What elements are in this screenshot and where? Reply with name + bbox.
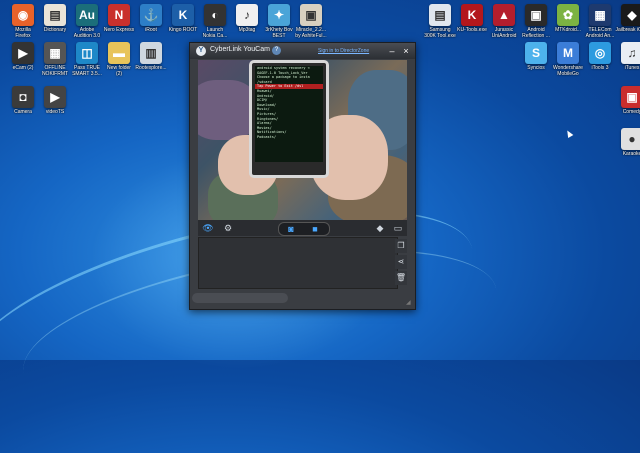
mouse-cursor xyxy=(564,128,574,139)
desktop-shortcut[interactable]: ▣ Comedy xyxy=(610,86,640,115)
app-icon: ▦ xyxy=(44,42,66,64)
app-icon: ▣ xyxy=(621,86,640,108)
minimize-button[interactable]: – xyxy=(386,45,398,57)
window-mode-icon[interactable]: ▭ xyxy=(392,222,404,234)
shortcut-label: Karaoke xyxy=(622,151,640,157)
shortcut-label: Jailbreak iOs... xyxy=(615,27,640,33)
share-icon[interactable]: ⋖ xyxy=(395,255,407,269)
shortcut-label: Rootexplore... xyxy=(135,65,167,71)
app-icon: ◫ xyxy=(76,42,98,64)
shortcut-label: iTunes xyxy=(624,65,640,71)
camera-preview: android system recovery < GAGEF-1.0 Touch… xyxy=(198,60,407,220)
title-bar[interactable]: Y CyberLink YouCam ? Sign in to Director… xyxy=(190,43,415,59)
app-icon: ▣ xyxy=(525,4,547,26)
capture-mode-switch: ◙ ■ xyxy=(278,222,330,236)
trash-icon[interactable]: 🗑 xyxy=(395,271,407,285)
eye-icon[interactable]: 👁 xyxy=(202,222,214,234)
app-icon: ◆ xyxy=(621,4,640,26)
desktop-shortcut[interactable]: ● Karaoke xyxy=(610,128,640,157)
desktop-shortcut[interactable]: ♫ iTunes xyxy=(610,42,640,71)
app-icon: ▦ xyxy=(589,4,611,26)
youcam-window[interactable]: Y CyberLink YouCam ? Sign in to Director… xyxy=(189,42,416,310)
app-icon: ▤ xyxy=(429,4,451,26)
app-icon: ◘ xyxy=(12,86,34,108)
app-icon: ◉ xyxy=(12,4,34,26)
app-icon: ♫ xyxy=(621,42,640,64)
app-icon: ▲ xyxy=(493,4,515,26)
phone-in-hand: android system recovery < GAGEF-1.0 Touch… xyxy=(249,60,329,178)
desktop-shortcut[interactable]: ▶ videoTS xyxy=(33,86,77,115)
settings-icon[interactable]: ⚙ xyxy=(222,222,234,234)
app-icon: N xyxy=(108,4,130,26)
app-icon: ◐ xyxy=(204,4,226,26)
phone-screen: android system recovery < GAGEF-1.0 Touch… xyxy=(255,66,323,162)
resize-grip-icon[interactable]: ◢ xyxy=(406,300,412,306)
app-icon: K xyxy=(461,4,483,26)
app-icon: ◎ xyxy=(589,42,611,64)
desktop-shortcut[interactable]: ▣ Miracle_2.2... by AshiteFul... xyxy=(289,4,333,39)
sign-in-link[interactable]: Sign in to DirectorZone xyxy=(318,48,369,54)
capture-gallery[interactable] xyxy=(198,237,398,289)
app-icon: ✿ xyxy=(557,4,579,26)
app-icon: ▬ xyxy=(108,42,130,64)
app-icon: ▶ xyxy=(12,42,34,64)
help-button[interactable]: ? xyxy=(272,46,281,55)
app-icon: ▶ xyxy=(44,86,66,108)
app-icon: S xyxy=(525,42,547,64)
window-title: CyberLink YouCam xyxy=(210,46,270,53)
camera-toolbar: 👁 ⚙ ◙ ■ ◆ ▭ xyxy=(198,220,407,236)
copy-icon[interactable]: ❐ xyxy=(395,239,407,253)
eraser-icon[interactable]: ◆ xyxy=(374,222,386,234)
shortcut-label: Miracle_2.2... by AshiteFul... xyxy=(295,27,327,39)
close-button[interactable]: × xyxy=(400,45,412,57)
app-icon: ● xyxy=(621,128,640,150)
app-icon: ⚓ xyxy=(140,4,162,26)
desktop-shortcut[interactable]: ◆Jailbreak iOs... xyxy=(610,4,640,33)
shortcut-label: Comedy xyxy=(622,109,640,115)
camera-icon[interactable]: ◙ xyxy=(285,223,297,235)
youcam-logo-icon: Y xyxy=(196,46,206,56)
app-icon: M xyxy=(557,42,579,64)
app-icon: Au xyxy=(76,4,98,26)
app-icon: ▤ xyxy=(44,4,66,26)
shortcut-label: videoTS xyxy=(45,109,65,115)
status-bar xyxy=(192,293,288,303)
app-icon: ▥ xyxy=(140,42,162,64)
app-icon: K xyxy=(172,4,194,26)
desktop-shortcut[interactable]: ▥ Rootexplore... xyxy=(129,42,173,71)
app-icon: ✦ xyxy=(268,4,290,26)
video-icon[interactable]: ■ xyxy=(309,223,321,235)
app-icon: ♪ xyxy=(236,4,258,26)
phone-screen-line: Podcasts/ xyxy=(257,134,276,139)
app-icon: ▣ xyxy=(300,4,322,26)
